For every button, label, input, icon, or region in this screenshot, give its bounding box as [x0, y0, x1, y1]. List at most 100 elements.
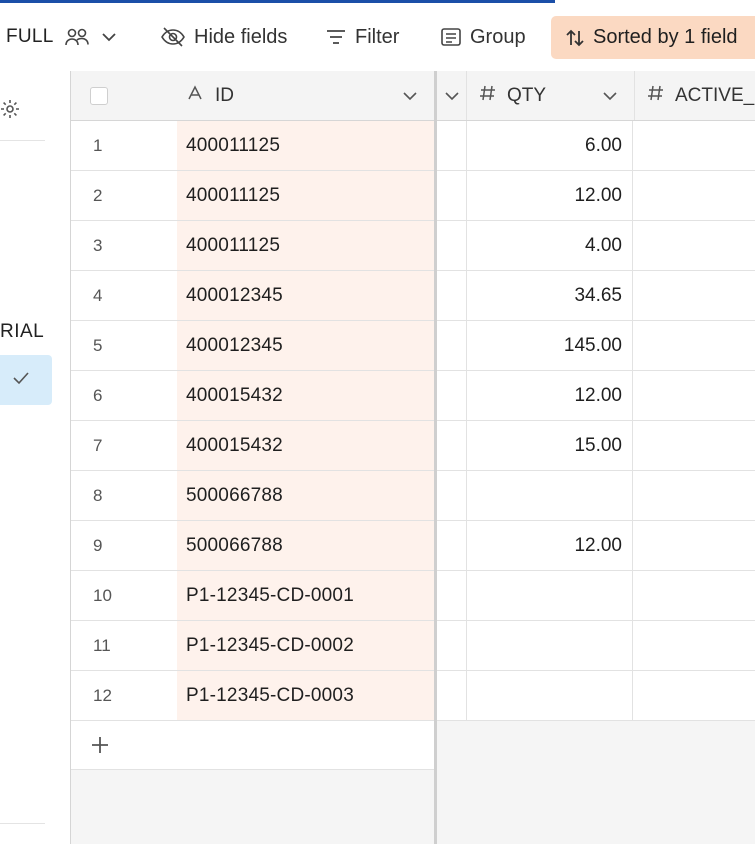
grid-frozen-section: ID 1 400011125 2 400011125 3 400011125 4 400012… [71, 71, 434, 844]
active-cell[interactable] [634, 571, 755, 620]
chevron-down-icon[interactable] [401, 71, 419, 120]
qty-cell[interactable]: 145.00 [467, 321, 633, 370]
view-switcher[interactable]: FULL [6, 17, 118, 57]
active-cell[interactable] [634, 321, 755, 370]
hidden-column-cell[interactable] [437, 371, 467, 420]
table-row[interactable]: 11 P1-12345-CD-0002 [71, 621, 434, 671]
table-row[interactable]: 145.00 [437, 321, 755, 371]
id-cell[interactable]: 500066788 [177, 471, 434, 520]
hide-fields-button[interactable]: Hide fields [160, 17, 287, 57]
chevron-down-icon[interactable] [601, 71, 619, 120]
row-number: 11 [93, 635, 111, 655]
hidden-column-cell[interactable] [437, 221, 467, 270]
id-cell[interactable]: 400015432 [177, 421, 434, 470]
frozen-header: ID [71, 71, 434, 121]
table-row[interactable]: 5 400012345 [71, 321, 434, 371]
id-cell[interactable]: 400011125 [177, 121, 434, 170]
table-row[interactable] [437, 571, 755, 621]
table-row[interactable]: 1 400011125 [71, 121, 434, 171]
table-row[interactable]: 6.00 [437, 121, 755, 171]
id-cell[interactable]: 400011125 [177, 171, 434, 220]
id-cell[interactable]: 500066788 [177, 521, 434, 570]
table-row[interactable]: 3 400011125 [71, 221, 434, 271]
filter-button[interactable]: Filter [325, 17, 399, 57]
table-row[interactable]: 12.00 [437, 371, 755, 421]
id-cell[interactable]: 400015432 [177, 371, 434, 420]
table-row[interactable]: 12.00 [437, 521, 755, 571]
active-cell[interactable] [634, 271, 755, 320]
people-icon [64, 26, 90, 48]
table-row[interactable] [437, 621, 755, 671]
id-cell[interactable]: 400011125 [177, 221, 434, 270]
table-row[interactable]: 12.00 [437, 171, 755, 221]
id-cell[interactable]: P1-12345-CD-0002 [177, 621, 434, 670]
table-row[interactable]: 8 500066788 [71, 471, 434, 521]
hidden-column-cell[interactable] [437, 321, 467, 370]
id-cell[interactable]: P1-12345-CD-0001 [177, 571, 434, 620]
active-cell[interactable] [634, 371, 755, 420]
active-cell[interactable] [634, 221, 755, 270]
chevron-down-icon[interactable] [100, 30, 118, 44]
id-column-header[interactable]: ID [187, 71, 234, 120]
active-cell[interactable] [634, 671, 755, 720]
hidden-column-cell[interactable] [437, 171, 467, 220]
sort-button[interactable]: Sorted by 1 field [551, 16, 755, 59]
hidden-column-cell[interactable] [437, 571, 467, 620]
qty-cell[interactable]: 12.00 [467, 521, 633, 570]
table-row[interactable]: 12 P1-12345-CD-0003 [71, 671, 434, 721]
sort-icon [565, 28, 585, 48]
hidden-column-cell[interactable] [437, 471, 467, 520]
active-cell[interactable] [634, 471, 755, 520]
sidebar-section-label: RIAL [0, 321, 45, 342]
id-cell[interactable]: P1-12345-CD-0003 [177, 671, 434, 720]
number-field-icon [647, 84, 665, 108]
qty-cell[interactable] [467, 571, 633, 620]
hidden-column-cell[interactable] [437, 421, 467, 470]
table-row[interactable]: 10 P1-12345-CD-0001 [71, 571, 434, 621]
filter-icon [325, 28, 347, 46]
qty-cell[interactable]: 12.00 [467, 171, 633, 220]
row-number: 3 [93, 235, 103, 255]
qty-cell[interactable]: 4.00 [467, 221, 633, 270]
table-row[interactable]: 7 400015432 [71, 421, 434, 471]
table-row[interactable]: 2 400011125 [71, 171, 434, 221]
active-column-header[interactable]: ACTIVE_C [647, 71, 755, 120]
qty-cell[interactable]: 15.00 [467, 421, 633, 470]
table-row[interactable]: 6 400015432 [71, 371, 434, 421]
row-number: 8 [93, 485, 103, 505]
group-button[interactable]: Group [440, 17, 526, 57]
active-cell[interactable] [634, 521, 755, 570]
table-row[interactable]: 4 400012345 [71, 271, 434, 321]
qty-cell[interactable] [467, 471, 633, 520]
qty-cell[interactable]: 12.00 [467, 371, 633, 420]
qty-cell[interactable]: 34.65 [467, 271, 633, 320]
sidebar-selected-item[interactable] [0, 355, 52, 405]
hidden-column-cell[interactable] [437, 271, 467, 320]
eye-off-icon [160, 26, 186, 48]
hidden-column-cell[interactable] [437, 671, 467, 720]
add-row-button[interactable] [71, 721, 434, 770]
active-cell[interactable] [634, 421, 755, 470]
table-row[interactable]: 4.00 [437, 221, 755, 271]
chevron-down-icon[interactable] [437, 71, 467, 120]
active-cell[interactable] [634, 171, 755, 220]
id-cell[interactable]: 400012345 [177, 271, 434, 320]
table-row[interactable]: 34.65 [437, 271, 755, 321]
hidden-column-cell[interactable] [437, 121, 467, 170]
qty-column-header[interactable]: QTY [479, 71, 546, 120]
id-cell[interactable]: 400012345 [177, 321, 434, 370]
active-cell[interactable] [634, 121, 755, 170]
table-row[interactable]: 15.00 [437, 421, 755, 471]
hidden-column-cell[interactable] [437, 521, 467, 570]
qty-cell[interactable] [467, 621, 633, 670]
select-all-checkbox[interactable] [90, 71, 108, 120]
qty-cell[interactable] [467, 671, 633, 720]
hidden-column-cell[interactable] [437, 621, 467, 670]
group-icon [440, 27, 462, 47]
table-row[interactable]: 9 500066788 [71, 521, 434, 571]
gear-icon[interactable] [0, 97, 24, 126]
active-cell[interactable] [634, 621, 755, 670]
table-row[interactable] [437, 671, 755, 721]
qty-cell[interactable]: 6.00 [467, 121, 633, 170]
table-row[interactable] [437, 471, 755, 521]
